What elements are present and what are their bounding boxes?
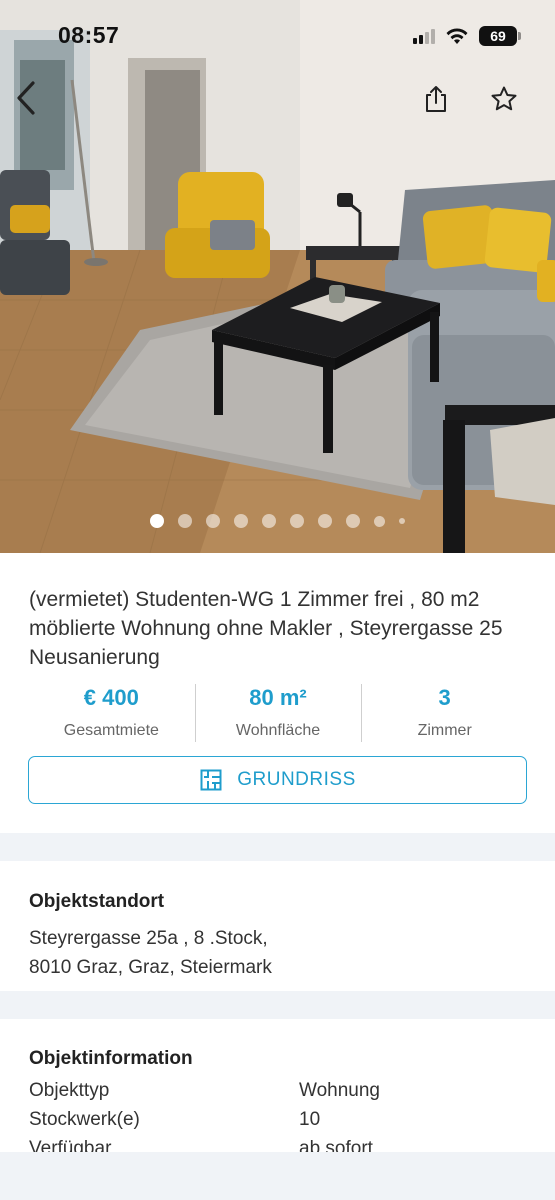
- battery-icon: 69: [479, 26, 521, 46]
- status-time: 08:57: [58, 22, 120, 48]
- stat-label: Zimmer: [417, 722, 472, 739]
- page-dot[interactable]: [178, 514, 192, 528]
- gallery-pagination[interactable]: [0, 514, 555, 528]
- page-dot-active[interactable]: [150, 514, 164, 528]
- stat-label: Wohnfläche: [235, 722, 321, 739]
- section-divider: [0, 833, 555, 861]
- info-heading: Objektinformation: [29, 1048, 193, 1069]
- info-key: Stockwerk(e): [29, 1109, 140, 1130]
- page-dot[interactable]: [346, 514, 360, 528]
- floorplan-icon: [200, 769, 222, 791]
- page-dot[interactable]: [374, 515, 385, 527]
- stat-value: 80 m²: [249, 685, 307, 710]
- section-divider: [0, 991, 555, 1019]
- stat-value: € 400: [83, 685, 139, 710]
- stat-value: 3: [438, 685, 451, 710]
- stat-label: Gesamtmiete: [63, 722, 159, 739]
- info-row: Objekttyp Wohnung: [29, 1076, 529, 1105]
- info-table: Objekttyp Wohnung Stockwerk(e) 10 Verfüg…: [29, 1076, 529, 1163]
- info-value: 10: [299, 1109, 321, 1130]
- status-icons: 69: [413, 26, 521, 46]
- listing-title: (vermietet) Studenten-WG 1 Zimmer frei ,…: [29, 588, 503, 669]
- stat-area: 80 m² Wohnfläche: [194, 684, 362, 744]
- share-button[interactable]: [420, 82, 452, 116]
- floorplan-button-label: GRUNDRISS: [237, 769, 356, 790]
- share-icon: [426, 86, 446, 112]
- page-dot[interactable]: [234, 514, 248, 528]
- address-line-1: Steyrergasse 25a , 8 .Stock,: [29, 928, 268, 949]
- stat-rent: € 400 Gesamtmiete: [28, 684, 195, 744]
- location-heading: Objektstandort: [29, 891, 165, 912]
- page-dot[interactable]: [399, 518, 405, 524]
- info-key: Objekttyp: [29, 1080, 110, 1101]
- key-facts: € 400 Gesamtmiete 80 m² Wohnfläche 3 Zim…: [28, 684, 528, 744]
- info-value: Wohnung: [299, 1080, 380, 1101]
- favorite-button[interactable]: [487, 82, 521, 116]
- page-dot[interactable]: [290, 514, 304, 528]
- wifi-icon: [446, 28, 468, 44]
- page-dot[interactable]: [206, 514, 220, 528]
- location-address: Steyrergasse 25a , 8 .Stock, 8010 Graz, …: [29, 924, 272, 982]
- bottom-bar: [0, 1152, 555, 1200]
- floorplan-button[interactable]: GRUNDRISS: [28, 756, 527, 804]
- photo-gallery[interactable]: 08:57 69: [0, 0, 555, 553]
- battery-level: 69: [490, 28, 506, 44]
- page-dot[interactable]: [318, 514, 332, 528]
- chevron-left-icon: [17, 81, 35, 115]
- living-room-photo: [0, 0, 555, 553]
- back-button[interactable]: [8, 78, 44, 118]
- status-bar: 08:57 69: [0, 0, 555, 62]
- star-icon: [491, 86, 517, 111]
- info-row: Stockwerk(e) 10: [29, 1105, 529, 1134]
- address-line-2: 8010 Graz, Graz, Steiermark: [29, 957, 272, 978]
- signal-icon: [413, 28, 435, 44]
- stat-rooms: 3 Zimmer: [361, 684, 528, 744]
- page-dot[interactable]: [262, 514, 276, 528]
